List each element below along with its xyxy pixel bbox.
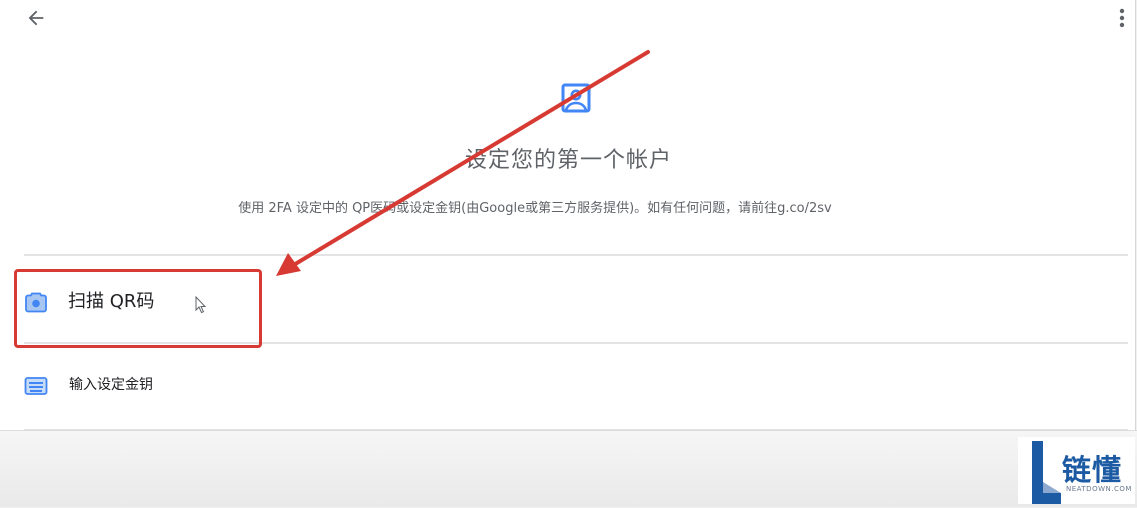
enter-setup-key-label: 输入设定金钥 [69,377,153,393]
more-options-button[interactable] [1110,5,1134,31]
app-window: 设定您的第一个帐户 使用 2FA 设定中的 QP医码或设定金钥(由Google或… [0,0,1136,431]
watermark-domain: NEATDOWN.COM [1066,485,1132,493]
scan-qr-label: 扫描 QR码 [68,291,155,312]
arrow-left-icon [28,10,44,26]
bottom-bar [0,430,1137,507]
page-description: 使用 2FA 设定中的 QP医码或设定金钥(由Google或第三方服务提供)。如… [238,201,832,216]
more-vert-icon [1119,8,1125,28]
enter-setup-key-option[interactable]: 输入设定金钥 [12,352,1132,422]
scan-qr-option[interactable]: 扫描 QR码 [12,272,1132,342]
page-title: 设定您的第一个帐户 [464,148,672,173]
watermark-brand: 链懂 [1062,453,1123,487]
back-button[interactable] [24,6,48,30]
keyboard-icon [24,377,48,395]
brand-logo-icon [1032,441,1061,504]
watermark-logo: 链懂 NEATDOWN.COM [1018,437,1135,504]
divider [24,254,1128,256]
mouse-cursor-icon [195,296,207,314]
account-box-icon [561,83,591,113]
camera-icon [25,292,47,313]
divider [24,342,1128,344]
